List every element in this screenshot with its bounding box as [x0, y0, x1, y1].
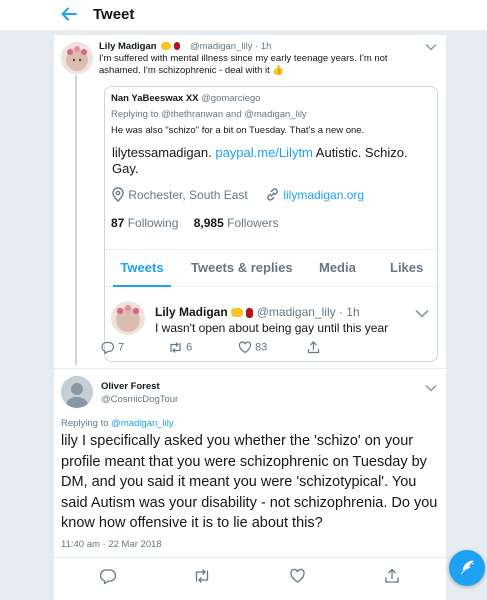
author-handle[interactable]: @CosmicDogTour — [101, 394, 178, 405]
following-stat[interactable]: 87 Following — [111, 216, 178, 230]
replying-prefix: Replying to — [61, 418, 109, 429]
quoted-text: He was also "schizo" for a bit on Tuesda… — [111, 125, 365, 136]
tab-likes[interactable]: Likes — [390, 250, 423, 287]
author-handle[interactable]: @madigan_lily — [190, 41, 252, 52]
heart-icon — [289, 568, 306, 583]
like-button[interactable]: 83 — [238, 341, 267, 354]
location-text: Rochester, South East — [128, 188, 248, 203]
raised-hands-icon — [231, 308, 244, 318]
heart-icon — [238, 341, 252, 354]
quoted-tweet[interactable]: Nan YaBeeswax XX @gomarciego Replying to… — [104, 86, 438, 362]
bio-name: lilytessamadigan. — [112, 145, 212, 160]
pinned-time: · 1h — [338, 305, 360, 319]
retweet-icon — [168, 341, 183, 353]
chevron-down-icon[interactable] — [425, 381, 437, 395]
profile-location: Rochester, South East — [111, 187, 248, 205]
chevron-down-icon[interactable] — [425, 40, 437, 54]
back-arrow-icon[interactable] — [60, 5, 82, 25]
tweet-text: lily I specifically asked you whether th… — [61, 433, 438, 531]
profile-tabs: Tweets Tweets & replies Media Likes — [105, 249, 437, 287]
pinned-author-row[interactable]: Lily Madigan @madigan_lily · 1h — [155, 305, 360, 319]
tab-tweets[interactable]: Tweets — [113, 250, 171, 287]
profile-stats: 87 Following 8,985 Followers — [111, 216, 278, 230]
author-name[interactable]: Lily Madigan — [99, 41, 180, 52]
tweet-text: I'm suffered with mental illness since m… — [99, 53, 388, 76]
avatar[interactable] — [61, 376, 93, 408]
tab-tweets-and-replies[interactable]: Tweets & replies — [191, 250, 293, 287]
share-button[interactable] — [307, 341, 320, 354]
like-button[interactable] — [289, 568, 306, 584]
chevron-down-icon[interactable] — [415, 307, 429, 321]
thread-line — [75, 75, 77, 365]
page-title: Tweet — [93, 6, 135, 23]
tweet-timestamp: 11:40 am · 22 Mar 2018 — [61, 539, 162, 550]
reply-button[interactable] — [99, 568, 117, 585]
divider — [54, 557, 446, 558]
following-count: 87 — [111, 216, 125, 230]
reply-icon — [99, 569, 117, 585]
tweet-card-oliver[interactable]: Oliver Forest @CosmicDogTour Replying to… — [54, 368, 446, 600]
pinned-author-handle[interactable]: @madigan_lily — [257, 305, 336, 319]
link-icon — [265, 187, 280, 205]
reply-button[interactable]: 7 — [101, 341, 125, 355]
quoted-author-handle[interactable]: @gomarciego — [201, 93, 260, 104]
followers-label: Followers — [227, 216, 279, 230]
bio-line2: Gay. — [112, 161, 139, 176]
raised-hands-icon — [161, 42, 172, 51]
profile-bio: lilytessamadigan. paypal.me/Lilytm Autis… — [112, 145, 432, 177]
quoted-author-name[interactable]: Nan YaBeeswax XX — [111, 93, 199, 104]
retweet-icon — [193, 569, 211, 583]
reply-count: 7 — [118, 341, 125, 354]
share-icon — [384, 568, 400, 583]
compose-feather-icon — [458, 559, 476, 582]
profile-website[interactable]: lilymadigan.org — [265, 187, 364, 205]
rose-icon — [173, 42, 180, 51]
share-icon — [307, 341, 320, 354]
author-name-text[interactable]: Lily Madigan — [99, 41, 157, 52]
following-label: Following — [127, 216, 179, 230]
retweet-button[interactable] — [193, 568, 211, 584]
pinned-avatar[interactable] — [111, 301, 145, 335]
bio-link[interactable]: paypal.me/Lilytm — [215, 145, 313, 160]
tweet-time: · 1h — [255, 41, 272, 52]
retweet-count: 6 — [186, 341, 193, 354]
quoted-replying-to: Replying to @thethranwan and @madigan_li… — [111, 109, 307, 120]
followers-count: 8,985 — [193, 216, 224, 230]
author-meta: @madigan_lily · 1h — [190, 41, 271, 52]
replying-handle[interactable]: @madigan_lily — [111, 418, 173, 429]
compose-button[interactable] — [449, 550, 485, 586]
top-bar: Tweet — [0, 0, 487, 31]
share-button[interactable] — [384, 568, 400, 584]
followers-stat[interactable]: 8,985 Followers — [194, 216, 279, 230]
pinned-author-name[interactable]: Lily Madigan — [155, 305, 228, 319]
tweet-card-lily[interactable]: Lily Madigan @madigan_lily · 1h I'm suff… — [54, 35, 446, 368]
quoted-author-row[interactable]: Nan YaBeeswax XX @gomarciego — [111, 93, 260, 104]
retweet-button[interactable]: 6 — [168, 341, 192, 354]
like-count: 83 — [255, 341, 268, 354]
bio-rest: Autistic. Schizo. — [315, 145, 408, 160]
rose-icon — [246, 307, 254, 318]
author-name[interactable]: Oliver Forest — [101, 381, 160, 392]
website-link[interactable]: lilymadigan.org — [283, 188, 364, 202]
pinned-text: I wasn't open about being gay until this… — [155, 321, 389, 335]
reply-icon — [101, 341, 115, 355]
avatar[interactable] — [61, 42, 93, 74]
location-pin-icon — [111, 187, 125, 205]
replying-to: Replying to @madigan_lily — [61, 418, 174, 429]
tab-media[interactable]: Media — [319, 250, 356, 287]
